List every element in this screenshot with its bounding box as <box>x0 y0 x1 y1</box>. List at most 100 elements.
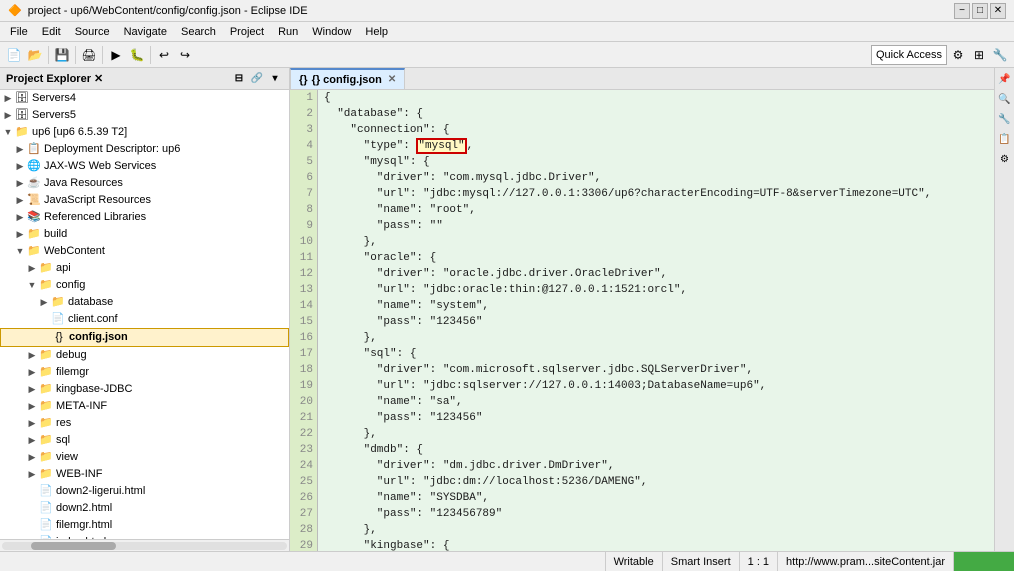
tree-item[interactable]: ▶📚Referenced Libraries <box>0 209 289 226</box>
tree-arrow-icon: ▶ <box>26 415 38 432</box>
tree-item[interactable]: ▶☕Java Resources <box>0 175 289 192</box>
line-number: 9 <box>290 218 313 234</box>
tree-item[interactable]: ▶📁debug <box>0 347 289 364</box>
code-line: "driver": "dm.jdbc.driver.DmDriver", <box>324 458 988 474</box>
view-menu-button[interactable]: ▾ <box>267 71 283 87</box>
scroll-track[interactable] <box>2 542 287 550</box>
menu-item-search[interactable]: Search <box>175 25 222 39</box>
undo-button[interactable]: ↩ <box>154 45 174 65</box>
code-line: "url": "jdbc:dm://localhost:5236/DAMENG"… <box>324 474 988 490</box>
tree-node-label: Java Resources <box>44 175 123 192</box>
tree-node-icon: 📁 <box>38 366 54 380</box>
tree-item[interactable]: ▶📁api <box>0 260 289 277</box>
run-button[interactable]: ▶ <box>106 45 126 65</box>
tree-node-icon: 📁 <box>50 296 66 310</box>
quick-access-label: Quick Access <box>876 49 942 61</box>
tree-node-icon: 📚 <box>26 211 42 225</box>
code-line: "driver": "com.microsoft.sqlserver.jdbc.… <box>324 362 988 378</box>
code-editor[interactable]: 1234567891011121314151617181920212223242… <box>290 90 994 551</box>
code-line: "pass": "123456" <box>324 314 988 330</box>
open-button[interactable]: 📂 <box>25 45 45 65</box>
right-icon-5[interactable]: ⚙ <box>996 150 1014 168</box>
tree-item[interactable]: ▶📁META-INF <box>0 398 289 415</box>
tree-item[interactable]: ▶📁sql <box>0 432 289 449</box>
print-button[interactable]: 🖨 <box>79 45 99 65</box>
tree-node-label: database <box>68 294 113 311</box>
tab-close-button[interactable]: ✕ <box>388 74 396 85</box>
tree-item[interactable]: ▼📁WebContent <box>0 243 289 260</box>
tree-item[interactable]: 📄client.conf <box>0 311 289 328</box>
tree-arrow-icon: ▼ <box>26 277 38 294</box>
right-icon-1[interactable]: 📌 <box>996 70 1014 88</box>
tree-item[interactable]: ▶📁build <box>0 226 289 243</box>
tree-arrow-icon: ▶ <box>26 364 38 381</box>
tree-node-label: res <box>56 415 71 432</box>
code-line: }, <box>324 234 988 250</box>
tree-item[interactable]: ▶🗄Servers4 <box>0 90 289 107</box>
menu-item-source[interactable]: Source <box>69 25 116 39</box>
right-icon-3[interactable]: 🔧 <box>996 110 1014 128</box>
right-icon-4[interactable]: 📋 <box>996 130 1014 148</box>
tree-item[interactable]: ▶📁view <box>0 449 289 466</box>
tree-arrow-icon: ▶ <box>26 398 38 415</box>
quick-access-box[interactable]: Quick Access <box>871 45 947 65</box>
config-json-tab[interactable]: {} {} config.json ✕ <box>290 68 405 89</box>
cursor-position-status: 1 : 1 <box>740 552 778 571</box>
tree-item[interactable]: ▶📁filemgr <box>0 364 289 381</box>
tree-item[interactable]: ▶🌐JAX-WS Web Services <box>0 158 289 175</box>
title-bar: 🔶 project - up6/WebContent/config/config… <box>0 0 1014 22</box>
debug-button[interactable]: 🐛 <box>127 45 147 65</box>
line-number: 5 <box>290 154 313 170</box>
highlighted-value: "mysql" <box>416 138 466 154</box>
tree-node-icon: 📁 <box>38 468 54 482</box>
save-button[interactable]: 💾 <box>52 45 72 65</box>
code-line: "mysql": { <box>324 154 988 170</box>
tree-item[interactable]: ▶📁database <box>0 294 289 311</box>
tree-item[interactable]: ▼📁config <box>0 277 289 294</box>
menu-item-window[interactable]: Window <box>306 25 357 39</box>
tree-node-icon: 📁 <box>38 434 54 448</box>
menu-item-project[interactable]: Project <box>224 25 270 39</box>
line-number: 16 <box>290 330 313 346</box>
collapse-all-button[interactable]: ⊟ <box>231 71 247 87</box>
line-numbers: 1234567891011121314151617181920212223242… <box>290 90 318 551</box>
project-tree[interactable]: ▶🗄Servers4▶🗄Servers5▼📁up6 [up6 6.5.39 T2… <box>0 90 289 539</box>
menu-item-navigate[interactable]: Navigate <box>118 25 173 39</box>
perspective-button[interactable]: ⚙ <box>948 45 968 65</box>
menu-item-file[interactable]: File <box>4 25 34 39</box>
right-icon-2[interactable]: 🔍 <box>996 90 1014 108</box>
maximize-button[interactable]: □ <box>972 3 988 19</box>
settings-button[interactable]: 🔧 <box>990 45 1010 65</box>
tree-item[interactable]: ▶📁WEB-INF <box>0 466 289 483</box>
code-line: "name": "root", <box>324 202 988 218</box>
minimize-button[interactable]: − <box>954 3 970 19</box>
tree-item[interactable]: ▶📋Deployment Descriptor: up6 <box>0 141 289 158</box>
menu-item-run[interactable]: Run <box>272 25 304 39</box>
toolbar-separator-1 <box>48 46 49 64</box>
menu-item-edit[interactable]: Edit <box>36 25 67 39</box>
tree-item[interactable]: 📄down2-ligerui.html <box>0 483 289 500</box>
menu-bar: FileEditSourceNavigateSearchProjectRunWi… <box>0 22 1014 42</box>
link-editor-button[interactable]: 🔗 <box>249 71 265 87</box>
tree-item[interactable]: ▼📁up6 [up6 6.5.39 T2] <box>0 124 289 141</box>
layout-button[interactable]: ⊞ <box>969 45 989 65</box>
close-button[interactable]: ✕ <box>990 3 1006 19</box>
tree-item[interactable]: ▶🗄Servers5 <box>0 107 289 124</box>
tree-item[interactable]: ▶📜JavaScript Resources <box>0 192 289 209</box>
code-content[interactable]: { "database": { "connection": { "type": … <box>318 90 994 551</box>
tree-node-label: up6 [up6 6.5.39 T2] <box>32 124 127 141</box>
tree-item[interactable]: 📄down2.html <box>0 500 289 517</box>
line-number: 1 <box>290 90 313 106</box>
tree-item[interactable]: {}config.json <box>0 328 289 347</box>
horizontal-scrollbar[interactable] <box>0 539 289 551</box>
tree-item[interactable]: 📄filemgr.html <box>0 517 289 534</box>
scroll-thumb[interactable] <box>31 542 117 550</box>
code-line: "url": "jdbc:mysql://127.0.0.1:3306/up6?… <box>324 186 988 202</box>
menu-item-help[interactable]: Help <box>359 25 394 39</box>
tree-item[interactable]: ▶📁kingbase-JDBC <box>0 381 289 398</box>
redo-button[interactable]: ↪ <box>175 45 195 65</box>
new-button[interactable]: 📄 <box>4 45 24 65</box>
status-indicator <box>954 552 1014 571</box>
tree-item[interactable]: ▶📁res <box>0 415 289 432</box>
line-number: 17 <box>290 346 313 362</box>
